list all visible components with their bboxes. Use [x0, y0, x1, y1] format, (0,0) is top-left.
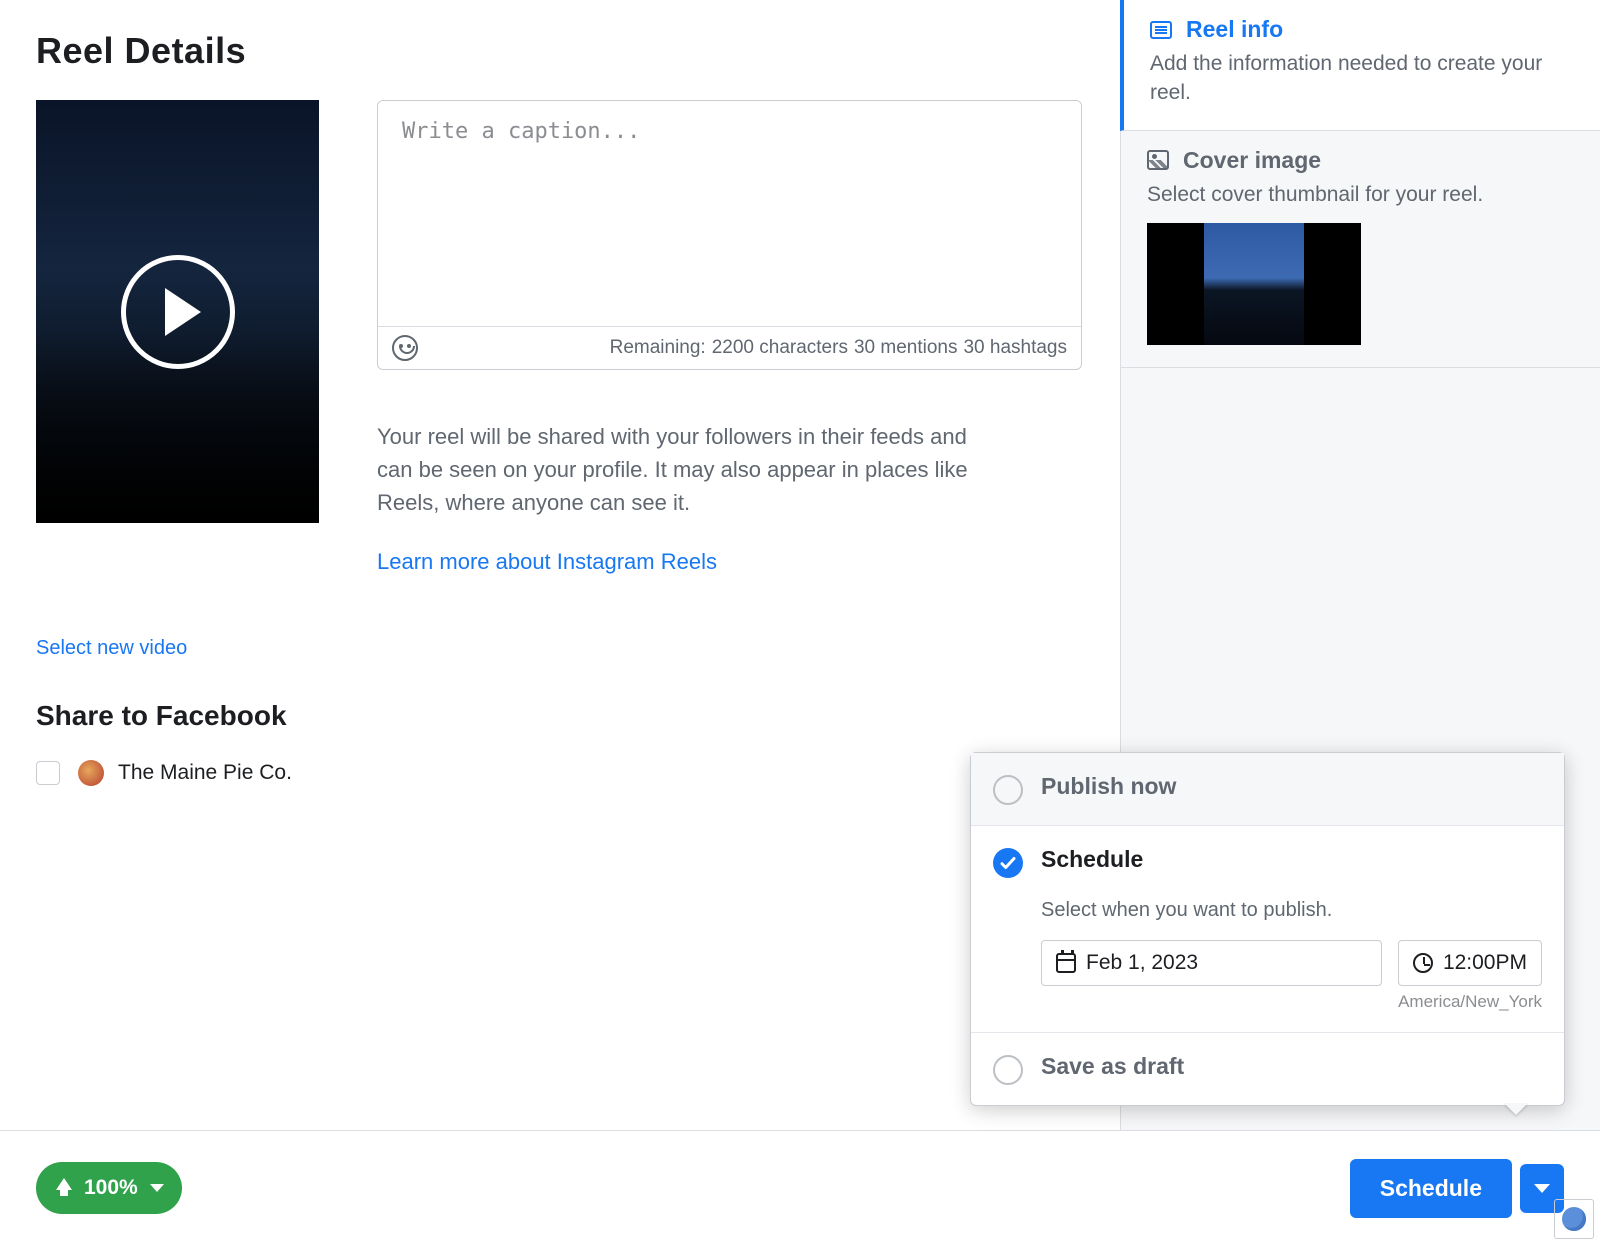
remaining-mentions: 30 mentions: [854, 337, 958, 359]
chevron-down-icon: [150, 1184, 164, 1192]
save-draft-label: Save as draft: [1041, 1053, 1542, 1080]
remaining-hashtags: 30 hashtags: [963, 337, 1067, 359]
select-new-video-link[interactable]: Select new video: [36, 637, 187, 660]
learn-more-link[interactable]: Learn more about Instagram Reels: [377, 549, 1084, 575]
option-save-draft[interactable]: Save as draft: [971, 1032, 1564, 1105]
schedule-time-value: 12:00PM: [1443, 951, 1527, 975]
share-page-checkbox[interactable]: [36, 761, 60, 785]
radio-icon[interactable]: [993, 1055, 1023, 1085]
share-page-row[interactable]: The Maine Pie Co.: [36, 760, 1084, 786]
cover-image-desc: Select cover thumbnail for your reel.: [1147, 180, 1574, 209]
schedule-button[interactable]: Schedule: [1350, 1159, 1512, 1218]
schedule-timezone: America/New_York: [1041, 992, 1542, 1012]
reel-share-info: Your reel will be shared with your follo…: [377, 420, 977, 519]
page-avatar-icon: [78, 760, 104, 786]
caption-input[interactable]: [378, 101, 1081, 321]
schedule-date-input[interactable]: Feb 1, 2023: [1041, 940, 1382, 986]
panel-reel-info[interactable]: Reel info Add the information needed to …: [1120, 0, 1600, 131]
reel-info-icon: [1150, 21, 1172, 39]
reel-info-desc: Add the information needed to create you…: [1150, 49, 1574, 108]
share-to-facebook-heading: Share to Facebook: [36, 700, 1084, 732]
option-publish-now[interactable]: Publish now: [971, 753, 1564, 825]
option-schedule[interactable]: Schedule Select when you want to publish…: [971, 825, 1564, 1032]
emoji-icon[interactable]: [392, 335, 418, 361]
schedule-popover: Publish now Schedule Select when you wan…: [970, 752, 1565, 1106]
cover-image-title: Cover image: [1183, 147, 1321, 174]
remaining-chars: 2200 characters: [712, 337, 848, 359]
panel-cover-image[interactable]: Cover image Select cover thumbnail for y…: [1121, 131, 1600, 368]
chevron-down-icon: [1534, 1184, 1550, 1193]
schedule-date-value: Feb 1, 2023: [1086, 951, 1198, 975]
radio-checked-icon[interactable]: [993, 848, 1023, 878]
upload-percent: 100%: [84, 1176, 138, 1200]
upload-icon: [56, 1178, 72, 1190]
play-icon: [121, 255, 235, 369]
schedule-desc: Select when you want to publish.: [1041, 899, 1542, 922]
upload-progress-pill[interactable]: 100%: [36, 1162, 182, 1214]
calendar-icon: [1056, 953, 1076, 973]
remaining-label: Remaining:: [610, 337, 706, 359]
caption-box: Remaining: 2200 characters 30 mentions 3…: [377, 100, 1082, 370]
cover-image-icon: [1147, 150, 1169, 170]
publish-now-label: Publish now: [1041, 773, 1542, 800]
reel-info-title: Reel info: [1186, 16, 1283, 43]
schedule-time-input[interactable]: 12:00PM: [1398, 940, 1542, 986]
cover-thumbnail[interactable]: [1147, 223, 1361, 345]
share-page-name: The Maine Pie Co.: [118, 761, 292, 785]
schedule-label: Schedule: [1041, 846, 1542, 873]
clock-icon: [1413, 953, 1433, 973]
footer-bar: 100% Schedule: [0, 1130, 1600, 1245]
video-preview[interactable]: [36, 100, 319, 523]
radio-icon[interactable]: [993, 775, 1023, 805]
main-content: Reel Details Remaining: 2200 characters …: [0, 0, 1120, 1130]
globe-icon[interactable]: [1554, 1199, 1594, 1239]
page-title: Reel Details: [36, 30, 1084, 72]
